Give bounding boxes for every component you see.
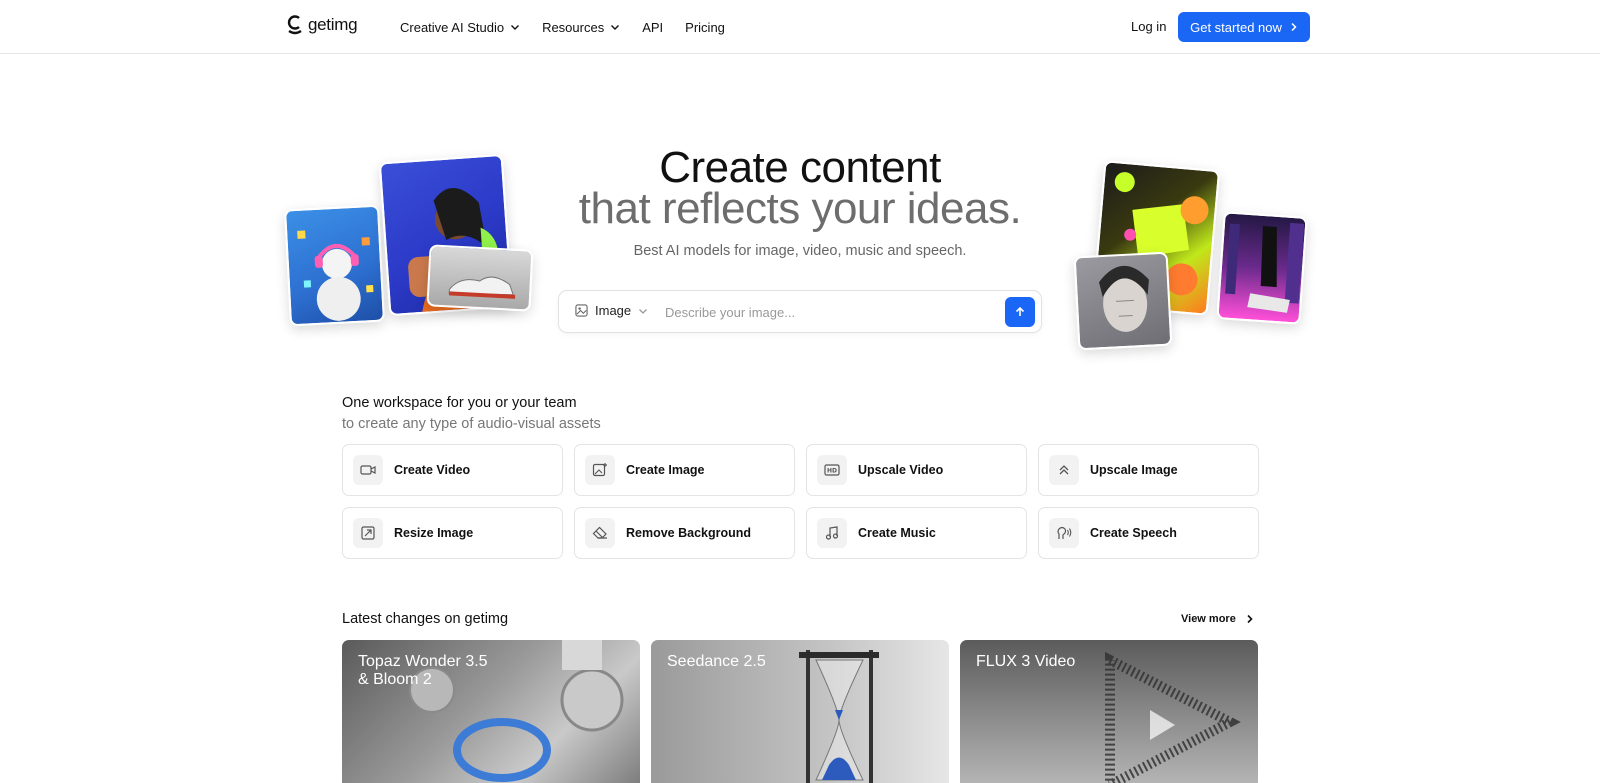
latest-title: Latest changes on getimg <box>342 611 509 627</box>
logo-icon <box>287 15 302 35</box>
main-nav: Creative AI Studio Resources API Pricing <box>400 0 725 54</box>
chevron-down-icon <box>611 25 620 30</box>
news-card-flux[interactable]: FLUX 3 Video <box>960 640 1258 783</box>
prompt-type-selector[interactable]: Image <box>575 303 648 318</box>
logo[interactable]: getimg <box>286 15 358 35</box>
hero-description: Best AI models for image, video, music a… <box>633 243 967 259</box>
tool-label: Resize Image <box>394 526 474 540</box>
hero-subtitle: that reflects your ideas. <box>578 184 1022 233</box>
tool-remove-background[interactable]: Remove Background <box>574 507 795 559</box>
nav-creative-ai-studio[interactable]: Creative AI Studio <box>400 20 520 35</box>
tool-create-image[interactable]: Create Image <box>574 444 795 496</box>
prompt-type-label: Image <box>595 303 632 318</box>
nav-resources[interactable]: Resources <box>542 20 620 35</box>
tool-upscale-video[interactable]: HD Upscale Video <box>806 444 1027 496</box>
tool-label: Upscale Image <box>1090 463 1178 477</box>
svg-text:HD: HD <box>827 468 837 475</box>
news-card-topaz[interactable]: Topaz Wonder 3.5 & Bloom 2 <box>342 640 640 783</box>
get-started-button[interactable]: Get started now <box>1178 12 1310 42</box>
music-note-icon <box>817 518 847 548</box>
tool-upscale-image[interactable]: Upscale Image <box>1038 444 1259 496</box>
nav-pricing[interactable]: Pricing <box>685 20 725 35</box>
eraser-icon <box>585 518 615 548</box>
chevron-right-icon <box>1291 22 1297 32</box>
nav-api[interactable]: API <box>642 20 663 35</box>
tool-label: Create Image <box>626 463 705 477</box>
view-more-label: View more <box>1181 613 1236 625</box>
submit-prompt-button[interactable] <box>1005 297 1035 327</box>
tool-label: Remove Background <box>626 526 752 540</box>
top-header: getimg Creative AI Studio Resources API … <box>0 0 1600 54</box>
news-title: Seedance 2.5 <box>667 653 766 670</box>
nav-label: Creative AI Studio <box>400 19 505 35</box>
news-card-seedance[interactable]: Seedance 2.5 <box>651 640 949 783</box>
tool-resize-image[interactable]: Resize Image <box>342 507 563 559</box>
view-more-link[interactable]: View more <box>1181 613 1254 625</box>
workspace-subtitle: to create any type of audio-visual asset… <box>342 416 601 432</box>
workspace-title: One workspace for you or your team <box>342 395 577 411</box>
speech-icon <box>1049 518 1079 548</box>
prompt-input[interactable] <box>665 298 985 326</box>
get-started-label: Get started now <box>1190 19 1282 35</box>
tool-grid: Create Video Create Image HD Upscale Vid… <box>342 444 1259 559</box>
video-camera-icon <box>353 455 383 485</box>
tool-label: Create Video <box>394 463 471 477</box>
logo-text: getimg <box>308 15 358 34</box>
news-title: FLUX 3 Video <box>976 653 1076 670</box>
portrait-illustration <box>1098 265 1149 332</box>
nav-label: Pricing <box>685 19 725 35</box>
tool-create-video[interactable]: Create Video <box>342 444 563 496</box>
arrow-up-icon <box>1015 306 1025 316</box>
double-chevron-up-icon <box>1049 455 1079 485</box>
hero-image-portrait <box>1073 251 1173 351</box>
nav-label: API <box>642 19 664 35</box>
image-plus-icon <box>585 455 615 485</box>
tool-label: Upscale Video <box>858 463 944 477</box>
news-title: Topaz Wonder 3.5 & Bloom 2 <box>358 653 488 688</box>
tool-label: Create Speech <box>1090 526 1177 540</box>
nav-label: Resources <box>542 19 605 35</box>
tool-create-speech[interactable]: Create Speech <box>1038 507 1259 559</box>
prompt-bar: Image <box>558 290 1042 333</box>
chevron-right-icon <box>1247 614 1253 624</box>
resize-icon <box>353 518 383 548</box>
login-link[interactable]: Log in <box>1131 19 1166 34</box>
hd-icon: HD <box>817 455 847 485</box>
tool-label: Create Music <box>858 526 936 540</box>
chevron-down-icon <box>511 25 520 30</box>
chevron-down-icon <box>639 308 648 314</box>
image-icon <box>575 304 588 317</box>
tool-create-music[interactable]: Create Music <box>806 507 1027 559</box>
